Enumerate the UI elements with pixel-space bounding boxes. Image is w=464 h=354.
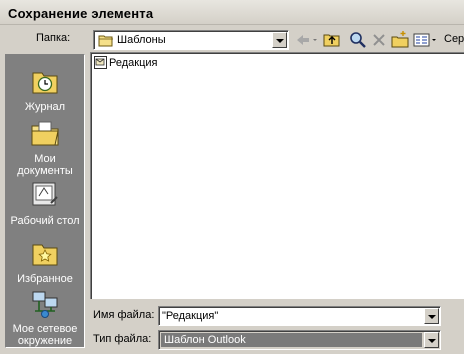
new-folder-icon — [391, 31, 409, 48]
delete-icon — [373, 34, 385, 46]
back-arrow-icon — [297, 35, 309, 45]
window-title: Сохранение элемента — [8, 6, 154, 21]
places-my-documents[interactable]: Мои документы — [6, 117, 84, 177]
delete-button[interactable] — [370, 30, 388, 50]
search-web-icon — [350, 32, 366, 48]
folder-icon — [98, 34, 114, 50]
places-history-label: Журнал — [24, 101, 66, 113]
filetype-dropdown-arrow[interactable] — [424, 332, 439, 348]
folder-dropdown-value: Шаблоны — [117, 34, 166, 46]
up-folder-button[interactable] — [322, 30, 342, 50]
new-folder-button[interactable] — [390, 30, 410, 50]
filename-label: Имя файла: — [93, 309, 155, 321]
places-desktop[interactable]: Рабочий стол — [6, 179, 84, 227]
places-favorites[interactable]: Избранное — [6, 237, 84, 285]
favorites-icon — [32, 244, 58, 266]
tools-menu-button[interactable]: Серв — [444, 33, 464, 45]
filetype-value: Шаблон Outlook — [161, 333, 422, 347]
outlook-template-icon — [94, 56, 107, 69]
places-history[interactable]: Журнал — [6, 65, 84, 113]
filetype-label: Тип файла: — [93, 333, 152, 345]
filename-value: "Редакция" — [162, 310, 219, 322]
file-name: Редакция — [109, 57, 158, 69]
up-folder-icon — [323, 34, 340, 47]
views-button[interactable] — [412, 30, 440, 50]
folder-label: Папка: — [36, 32, 71, 44]
places-favorites-label: Избранное — [17, 273, 73, 285]
my-documents-icon — [31, 121, 59, 146]
filetype-select[interactable]: Шаблон Outlook — [158, 330, 441, 350]
title-bar[interactable]: Сохранение элемента — [0, 0, 464, 25]
filename-field[interactable]: "Редакция" — [158, 306, 441, 326]
places-bar: Журнал Мои документы Рабочий стол Избран… — [5, 54, 85, 348]
views-icon — [413, 33, 436, 47]
history-icon — [32, 72, 58, 94]
file-list[interactable]: Редакция — [90, 52, 464, 299]
filename-dropdown-arrow[interactable] — [424, 308, 439, 324]
places-network[interactable]: Мое сетевое окружение — [6, 289, 84, 347]
network-icon — [32, 291, 58, 318]
places-my-documents-label: Мои документы — [17, 153, 73, 177]
search-web-button[interactable] — [348, 30, 368, 50]
desktop-icon — [32, 182, 58, 206]
places-network-label: Мое сетевое окружение — [12, 323, 78, 347]
folder-dropdown[interactable]: Шаблоны — [93, 30, 289, 50]
back-button[interactable] — [294, 30, 320, 50]
places-desktop-label: Рабочий стол — [10, 215, 80, 227]
folder-dropdown-arrow[interactable] — [272, 32, 287, 48]
